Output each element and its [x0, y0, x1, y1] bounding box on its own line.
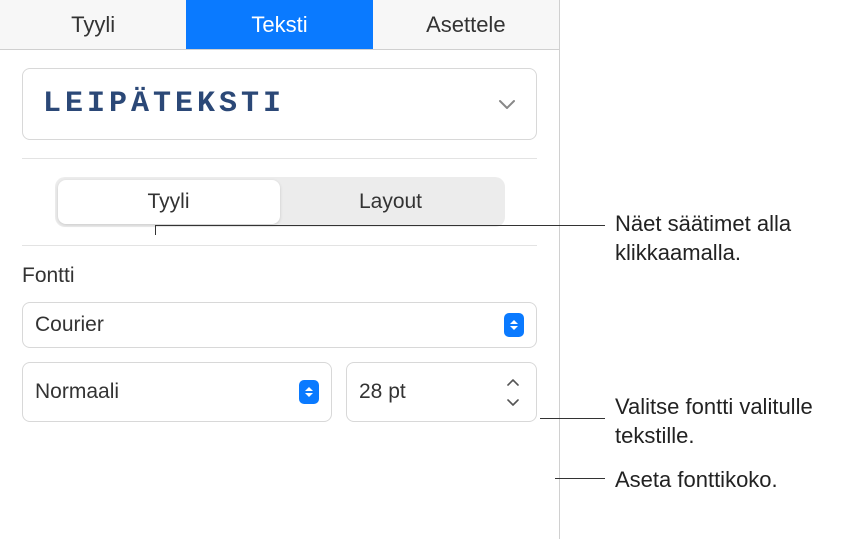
paragraph-style-label: Leipäteksti: [43, 87, 285, 121]
font-family-value: Courier: [35, 313, 104, 337]
format-tabs: Tyyli Teksti Asettele: [0, 0, 559, 50]
divider: [22, 158, 537, 159]
callout-line: [155, 225, 605, 226]
font-weight-value: Normaali: [35, 380, 119, 404]
annotation-size-hint: Aseta fonttikoko.: [615, 466, 830, 495]
paragraph-style-dropdown[interactable]: Leipäteksti: [22, 68, 537, 140]
callout-line: [555, 478, 605, 479]
font-size-stepper: [502, 373, 524, 411]
font-weight-select[interactable]: Normaali: [22, 362, 332, 422]
text-subtabs: Tyyli Layout: [55, 177, 505, 227]
tab-text[interactable]: Teksti: [186, 0, 372, 49]
callout-tick: [155, 225, 156, 235]
updown-icon: [299, 380, 319, 404]
updown-icon: [504, 313, 524, 337]
font-section-label: Fontti: [22, 264, 537, 288]
font-size-decrement[interactable]: [502, 392, 524, 411]
font-size-field[interactable]: 28 pt: [346, 362, 537, 422]
tab-style[interactable]: Tyyli: [0, 0, 186, 49]
font-family-select[interactable]: Courier: [22, 302, 537, 348]
subtab-layout-label: Layout: [359, 190, 422, 213]
font-size-value: 28 pt: [359, 380, 406, 404]
chevron-down-icon: [498, 98, 516, 110]
subtab-style-label: Tyyli: [148, 190, 190, 213]
subtab-style[interactable]: Tyyli: [58, 180, 280, 224]
tab-arrange[interactable]: Asettele: [373, 0, 559, 49]
tab-text-label: Teksti: [251, 12, 307, 38]
callout-line: [540, 418, 605, 419]
annotation-font-hint: Valitse fontti valitulle tekstille.: [615, 393, 830, 450]
font-size-increment[interactable]: [502, 373, 524, 392]
annotation-segment-hint: Näet säätimet alla klikkaamalla.: [615, 210, 830, 267]
tab-style-label: Tyyli: [71, 12, 115, 38]
divider: [22, 245, 537, 246]
tab-arrange-label: Asettele: [426, 12, 506, 38]
subtab-layout[interactable]: Layout: [280, 180, 502, 224]
